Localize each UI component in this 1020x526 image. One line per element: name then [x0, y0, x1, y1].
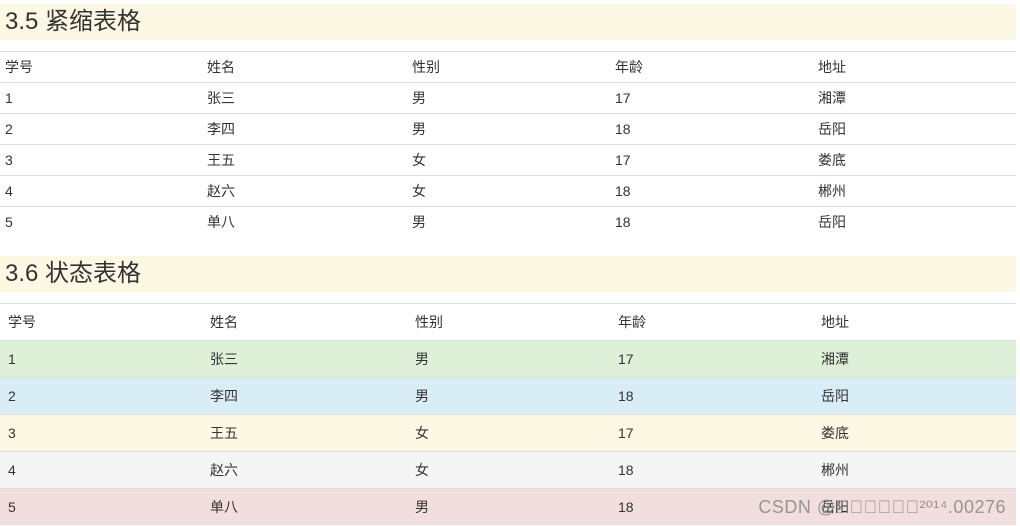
cell-id: 3 — [0, 144, 207, 176]
cell-id: 2 — [0, 377, 210, 415]
cell-name: 张三 — [210, 340, 415, 378]
cell-name: 单八 — [207, 206, 412, 237]
cell-gender: 男 — [415, 377, 618, 415]
cell-gender: 女 — [412, 175, 615, 207]
cell-address: 湘潭 — [818, 82, 1016, 114]
column-header-gender: 性别 — [412, 51, 615, 83]
cell-address: 娄底 — [818, 144, 1016, 176]
cell-age: 18 — [615, 175, 818, 207]
table-header-row: 学号 姓名 性别 年龄 地址 — [0, 303, 1016, 341]
column-header-address: 地址 — [818, 51, 1016, 83]
cell-address: 娄底 — [821, 414, 1016, 452]
cell-name: 王五 — [210, 414, 415, 452]
cell-age: 18 — [615, 113, 818, 145]
cell-address: 郴州 — [821, 451, 1016, 489]
table-row: 3 王五 女 17 娄底 — [0, 144, 1016, 176]
cell-gender: 男 — [412, 82, 615, 114]
table-row: 2 李四 男 18 岳阳 — [0, 113, 1016, 145]
section-title-status-table: 3.6 状态表格 — [0, 256, 1016, 292]
column-header-age: 年龄 — [615, 51, 818, 83]
cell-address: 湘潭 — [821, 340, 1016, 378]
table-row-active: 4 赵六 女 18 郴州 — [0, 451, 1016, 489]
cell-age: 17 — [615, 82, 818, 114]
cell-gender: 女 — [412, 144, 615, 176]
column-header-gender: 性别 — [415, 303, 618, 341]
table-row-info: 2 李四 男 18 岳阳 — [0, 377, 1016, 415]
cell-name: 赵六 — [207, 175, 412, 207]
column-header-id: 学号 — [0, 303, 210, 341]
cell-gender: 男 — [415, 488, 618, 525]
cell-name: 王五 — [207, 144, 412, 176]
cell-gender: 男 — [412, 113, 615, 145]
cell-gender: 男 — [415, 340, 618, 378]
cell-gender: 女 — [415, 414, 618, 452]
column-header-address: 地址 — [821, 303, 1016, 341]
cell-address: 岳阳 — [818, 206, 1016, 237]
cell-gender: 女 — [415, 451, 618, 489]
cell-id: 2 — [0, 113, 207, 145]
cell-name: 赵六 — [210, 451, 415, 489]
cell-id: 4 — [0, 451, 210, 489]
cell-address: 岳阳 — [821, 377, 1016, 415]
table-header-row: 学号 姓名 性别 年龄 地址 — [0, 51, 1016, 83]
cell-name: 李四 — [210, 377, 415, 415]
table-row: 5 单八 男 18 岳阳 — [0, 206, 1016, 237]
condensed-table: 学号 姓名 性别 年龄 地址 1 张三 男 17 湘潭 2 李四 男 18 岳阳… — [0, 51, 1016, 237]
cell-id: 1 — [0, 82, 207, 114]
cell-id: 4 — [0, 175, 207, 207]
cell-age: 18 — [618, 377, 821, 415]
cell-gender: 男 — [412, 206, 615, 237]
column-header-name: 姓名 — [210, 303, 415, 341]
column-header-name: 姓名 — [207, 51, 412, 83]
cell-name: 单八 — [210, 488, 415, 525]
table-row: 1 张三 男 17 湘潭 — [0, 82, 1016, 114]
cell-address: 郴州 — [818, 175, 1016, 207]
status-table: 学号 姓名 性别 年龄 地址 1 张三 男 17 湘潭 2 李四 男 18 岳阳… — [0, 303, 1016, 525]
cell-age: 18 — [618, 451, 821, 489]
cell-name: 李四 — [207, 113, 412, 145]
cell-age: 17 — [618, 414, 821, 452]
cell-age: 17 — [615, 144, 818, 176]
table-row-warning: 3 王五 女 17 娄底 — [0, 414, 1016, 452]
column-header-id: 学号 — [0, 51, 207, 83]
cell-name: 张三 — [207, 82, 412, 114]
cell-id: 3 — [0, 414, 210, 452]
table-row: 4 赵六 女 18 郴州 — [0, 175, 1016, 207]
column-header-age: 年龄 — [618, 303, 821, 341]
cell-id: 5 — [0, 488, 210, 525]
cell-id: 1 — [0, 340, 210, 378]
section-title-condensed-table: 3.5 紧缩表格 — [0, 4, 1016, 40]
csdn-watermark: CSDN @      ²º¹⁴.00276 — [758, 497, 1006, 517]
cell-age: 18 — [615, 206, 818, 237]
table-row-success: 1 张三 男 17 湘潭 — [0, 340, 1016, 378]
cell-age: 17 — [618, 340, 821, 378]
cell-id: 5 — [0, 206, 207, 237]
cell-address: 岳阳 — [818, 113, 1016, 145]
